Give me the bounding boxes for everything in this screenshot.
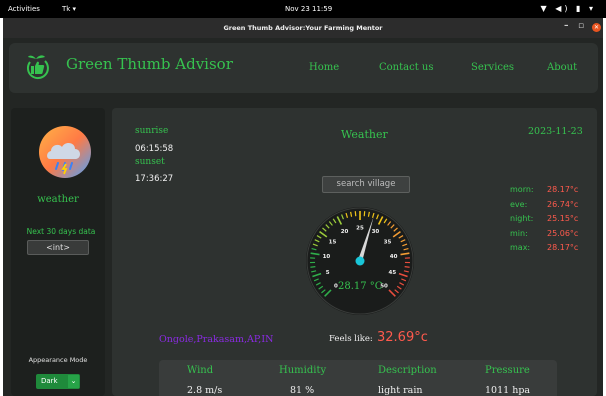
gauge-tick-label: 30 — [372, 229, 380, 235]
stat-row-morn: morn: 28.17°c — [510, 185, 590, 200]
gauge-tick-label: 15 — [329, 240, 337, 246]
info-value: light rain — [378, 385, 423, 396]
gauge-tick-label: 40 — [390, 254, 398, 260]
location-label: Ongole,Prakasam,AP,IN — [159, 334, 274, 345]
info-pressure: Pressure 1011 hpa — [485, 365, 585, 396]
weather-panel: sunrise 06:15:58 sunset 17:36:27 Weather… — [112, 108, 597, 396]
gauge-tick-label: 25 — [356, 226, 364, 232]
maximize-button[interactable]: ▫ — [578, 21, 584, 31]
info-value: 1011 hpa — [485, 385, 531, 396]
stat-value: 28.17°c — [547, 243, 579, 252]
weather-info-bar: Wind 2.8 m/s Humidity 81 % Description l… — [159, 360, 557, 396]
brand-title: Green Thumb Advisor — [66, 55, 233, 73]
sunset-label: sunset — [135, 157, 165, 167]
gauge-reading: 28.17 °C — [338, 281, 383, 292]
stat-key: eve: — [510, 199, 528, 209]
stat-key: night: — [510, 214, 534, 223]
info-label: Humidity — [279, 365, 327, 376]
nav-services[interactable]: Services — [471, 62, 514, 73]
info-wind: Wind 2.8 m/s — [187, 365, 287, 396]
info-value: 2.8 m/s — [187, 385, 223, 396]
weather-label: weather — [37, 194, 79, 205]
stat-value: 26.74°c — [547, 199, 579, 209]
minimize-button[interactable]: – — [564, 21, 569, 31]
info-humidity: Humidity 81 % — [279, 365, 379, 396]
temperature-stats: morn: 28.17°c eve: 26.74°c night: 25.15°c m… — [510, 185, 590, 258]
feels-like-label: Feels like: — [329, 334, 373, 344]
sunrise-label: sunrise — [135, 126, 169, 136]
system-tray[interactable]: ▼ ◀) ▮ ▾ — [541, 4, 596, 13]
weather-title: Weather — [341, 128, 388, 141]
info-label: Wind — [187, 365, 214, 376]
window-titlebar: Green Thumb Advisor:Your Farming Mentor … — [3, 18, 603, 38]
stat-row-max: max: 28.17°c — [510, 243, 590, 258]
app-menu[interactable]: Tk ▾ — [62, 5, 76, 13]
appearance-mode-value: Dark — [41, 377, 58, 385]
feels-like-value: 32.69°c — [377, 330, 428, 345]
system-top-bar: Activities Tk ▾ Nov 23 11:59 ▼ ◀) ▮ ▾ — [0, 0, 606, 18]
app-header: Green Thumb Advisor Home Contact us Serv… — [9, 43, 598, 93]
stat-key: max: — [510, 243, 531, 252]
stat-row-night: night: 25.15°c — [510, 214, 590, 229]
appearance-mode-label: Appearance Mode — [28, 356, 88, 364]
next-30-days-label: Next 30 days data — [26, 227, 96, 236]
search-village-input[interactable]: search village — [322, 176, 410, 193]
gauge-minor-tick — [404, 266, 410, 268]
gauge-tick-label: 20 — [341, 229, 349, 235]
gauge-tick-label: 45 — [389, 270, 397, 276]
chevron-down-icon[interactable]: ⌄ — [68, 375, 79, 388]
date-label: 2023-11-23 — [528, 126, 583, 137]
temperature-gauge: 0 5 10 15 20 25 30 35 40 45 50 28.17 °C — [301, 202, 419, 320]
gauge-tick-label: 10 — [323, 254, 331, 260]
window-title: Green Thumb Advisor:Your Farming Mentor — [223, 24, 383, 32]
thumbs-up-logo-icon — [26, 55, 49, 80]
activities-button[interactable]: Activities — [8, 5, 40, 13]
nav-contact-us[interactable]: Contact us — [379, 62, 433, 73]
stat-row-min: min: 25.06°c — [510, 229, 590, 244]
app-window: Green Thumb Advisor:Your Farming Mentor … — [3, 18, 603, 396]
stat-key: morn: — [510, 185, 534, 194]
gauge-hub — [355, 256, 365, 266]
stat-row-eve: eve: 26.74°c — [510, 200, 590, 215]
sunrise-time: 06:15:58 — [135, 144, 174, 154]
int-input[interactable]: <int> — [27, 240, 89, 255]
gauge-minor-tick — [310, 266, 316, 268]
sidebar: weather Next 30 days data <int> Appearan… — [11, 108, 105, 396]
info-description: Description light rain — [378, 365, 478, 396]
gauge-tick-label: 5 — [326, 270, 330, 276]
nav-home[interactable]: Home — [309, 62, 339, 73]
rain-cloud-weather-icon — [39, 126, 91, 178]
system-clock[interactable]: Nov 23 11:59 — [285, 5, 332, 13]
stat-value: 25.15°c — [547, 214, 579, 223]
stat-value: 28.17°c — [547, 185, 579, 194]
gauge-tick-label: 35 — [384, 240, 392, 246]
sunset-time: 17:36:27 — [135, 174, 174, 184]
stat-value: 25.06°c — [547, 228, 579, 238]
appearance-mode-select[interactable]: Dark ⌄ — [36, 374, 80, 389]
stat-key: min: — [510, 228, 528, 238]
gauge-dial: 05101520253035404550 — [306, 207, 414, 315]
info-value: 81 % — [290, 385, 315, 396]
info-label: Description — [378, 365, 437, 376]
info-label: Pressure — [485, 365, 530, 376]
nav-about[interactable]: About — [547, 62, 577, 73]
close-button[interactable]: ✕ — [592, 23, 601, 32]
